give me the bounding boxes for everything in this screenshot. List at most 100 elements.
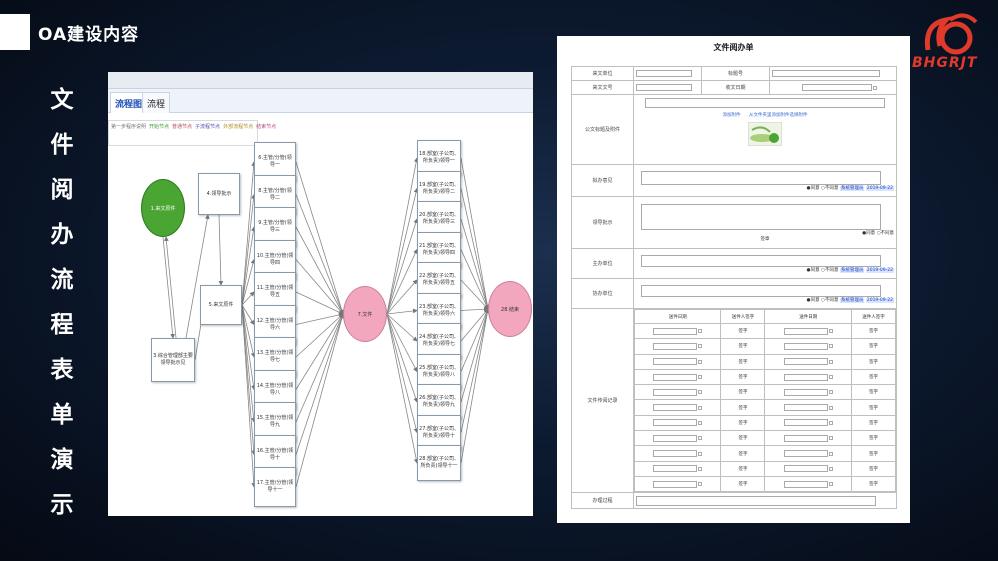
co-unit-textarea[interactable] [641, 284, 881, 297]
circ-sign-link[interactable]: 签字 [869, 360, 878, 365]
circ-sign-link[interactable]: 签字 [738, 436, 747, 441]
circ-date-input[interactable] [653, 373, 698, 381]
agree-radio[interactable]: ●同意 [807, 268, 820, 273]
calendar-icon[interactable] [828, 436, 833, 441]
calendar-icon[interactable] [828, 405, 833, 410]
circ-date-input[interactable] [653, 419, 698, 427]
calendar-icon[interactable] [828, 420, 833, 425]
circ-sign-link[interactable]: 签字 [869, 406, 878, 411]
circ-sign-link[interactable]: 签字 [869, 375, 878, 380]
node-leader-11[interactable]: 17.主管/分管(领导十一 [254, 467, 296, 507]
receive-date-input[interactable] [802, 84, 872, 91]
circ-date-input[interactable] [783, 434, 828, 442]
disagree-radio[interactable]: ○不同意 [821, 186, 838, 191]
circ-date-input[interactable] [783, 388, 828, 396]
circ-date-input[interactable] [783, 404, 828, 412]
circ-sign-link[interactable]: 签字 [869, 344, 878, 349]
node-leader-approval[interactable]: 4.领导批示 [198, 173, 240, 215]
circ-date-input[interactable] [783, 327, 828, 335]
circ-sign-link[interactable]: 签字 [738, 467, 747, 472]
calendar-icon[interactable] [698, 344, 703, 349]
circ-sign-link[interactable]: 签字 [869, 390, 878, 395]
calendar-icon[interactable] [698, 420, 703, 425]
disagree-radio[interactable]: ○不同意 [821, 298, 838, 303]
process-input[interactable] [636, 495, 876, 506]
calendar-icon[interactable] [698, 482, 703, 487]
circ-sign-link[interactable]: 签字 [738, 360, 747, 365]
calendar-icon[interactable] [828, 466, 833, 471]
circ-date-input[interactable] [653, 480, 698, 488]
proposal-textarea[interactable] [641, 170, 881, 185]
circ-sign-link[interactable]: 签字 [869, 452, 878, 457]
calendar-icon[interactable] [828, 344, 833, 349]
circ-date-input[interactable] [783, 465, 828, 473]
circ-sign-link[interactable]: 签字 [869, 467, 878, 472]
calendar-icon[interactable] [698, 329, 703, 334]
circ-date-input[interactable] [653, 404, 698, 412]
disagree-radio[interactable]: ○不同意 [821, 268, 838, 273]
circ-date-input[interactable] [783, 419, 828, 427]
circ-sign-link[interactable]: 签字 [738, 329, 747, 334]
signer-stamp: 系统管理员 [839, 297, 865, 303]
circ-date-input[interactable] [653, 342, 698, 350]
circ-date-input[interactable] [653, 388, 698, 396]
circ-date-input[interactable] [783, 480, 828, 488]
end-node[interactable]: 28.结束 [488, 281, 532, 337]
title-no-input[interactable] [772, 70, 880, 77]
node-admin-review[interactable]: 3.综合管理部主要领导批示见 [151, 338, 195, 382]
agree-radio[interactable]: ●同意 [807, 186, 820, 191]
circ-date-cell [764, 399, 852, 416]
circ-sign-link[interactable]: 签字 [869, 329, 878, 334]
flow-arrow [164, 236, 177, 339]
circ-sign-link[interactable]: 签字 [869, 436, 878, 441]
circ-sign-link[interactable]: 签字 [738, 452, 747, 457]
calendar-icon[interactable] [828, 329, 833, 334]
host-unit-textarea[interactable] [641, 254, 881, 267]
flow-arrow [386, 279, 418, 315]
calendar-icon[interactable] [828, 390, 833, 395]
circ-date-input[interactable] [783, 373, 828, 381]
calendar-icon[interactable] [828, 359, 833, 364]
calendar-icon[interactable] [698, 390, 703, 395]
calendar-icon[interactable] [698, 436, 703, 441]
disagree-radio[interactable]: ○不同意 [877, 231, 894, 236]
doc-number-input[interactable] [636, 84, 692, 91]
circ-date-input[interactable] [653, 465, 698, 473]
calendar-icon[interactable] [698, 375, 703, 380]
circ-sign-link[interactable]: 签字 [738, 375, 747, 380]
circ-sign-link[interactable]: 签字 [738, 421, 747, 426]
add-attachment-link[interactable]: 添加附件 [722, 113, 740, 118]
calendar-icon[interactable] [828, 451, 833, 456]
title-input[interactable] [645, 98, 885, 108]
calendar-icon[interactable] [698, 405, 703, 410]
calendar-icon[interactable] [698, 466, 703, 471]
document-node[interactable]: 7.文件 [343, 286, 387, 342]
circ-date-input[interactable] [783, 450, 828, 458]
agree-radio[interactable]: ●同意 [862, 231, 875, 236]
circ-sign-link[interactable]: 签字 [869, 421, 878, 426]
leader-textarea[interactable] [641, 203, 881, 230]
node-source-doc[interactable]: 5.来文原件 [200, 285, 242, 325]
source-unit-input[interactable] [636, 70, 692, 77]
circ-date-input[interactable] [653, 450, 698, 458]
circ-sign-link[interactable]: 签字 [738, 344, 747, 349]
circ-sign-link[interactable]: 签字 [738, 406, 747, 411]
circ-date-input[interactable] [653, 358, 698, 366]
node-dept-11[interactable]: 28.部室(子公司、所负责)领导十一 [417, 445, 461, 481]
calendar-icon[interactable] [698, 451, 703, 456]
circ-date-input[interactable] [653, 327, 698, 335]
folder-attachment-link[interactable]: 从文件夹里添加附件选择附件 [749, 113, 808, 118]
calendar-icon[interactable] [698, 359, 703, 364]
calendar-icon[interactable] [873, 85, 877, 90]
circ-date-input[interactable] [783, 342, 828, 350]
agree-radio[interactable]: ●同意 [807, 298, 820, 303]
calendar-icon[interactable] [828, 375, 833, 380]
circ-date-input[interactable] [783, 358, 828, 366]
circ-sign-link[interactable]: 签字 [738, 390, 747, 395]
circ-sign-link[interactable]: 签字 [738, 482, 747, 487]
circ-date-input[interactable] [653, 434, 698, 442]
calendar-icon[interactable] [828, 482, 833, 487]
leader-sign[interactable]: 签章 [636, 236, 894, 242]
circ-sign-link[interactable]: 签字 [869, 482, 878, 487]
start-node[interactable]: 1.来文原件 [141, 179, 185, 237]
